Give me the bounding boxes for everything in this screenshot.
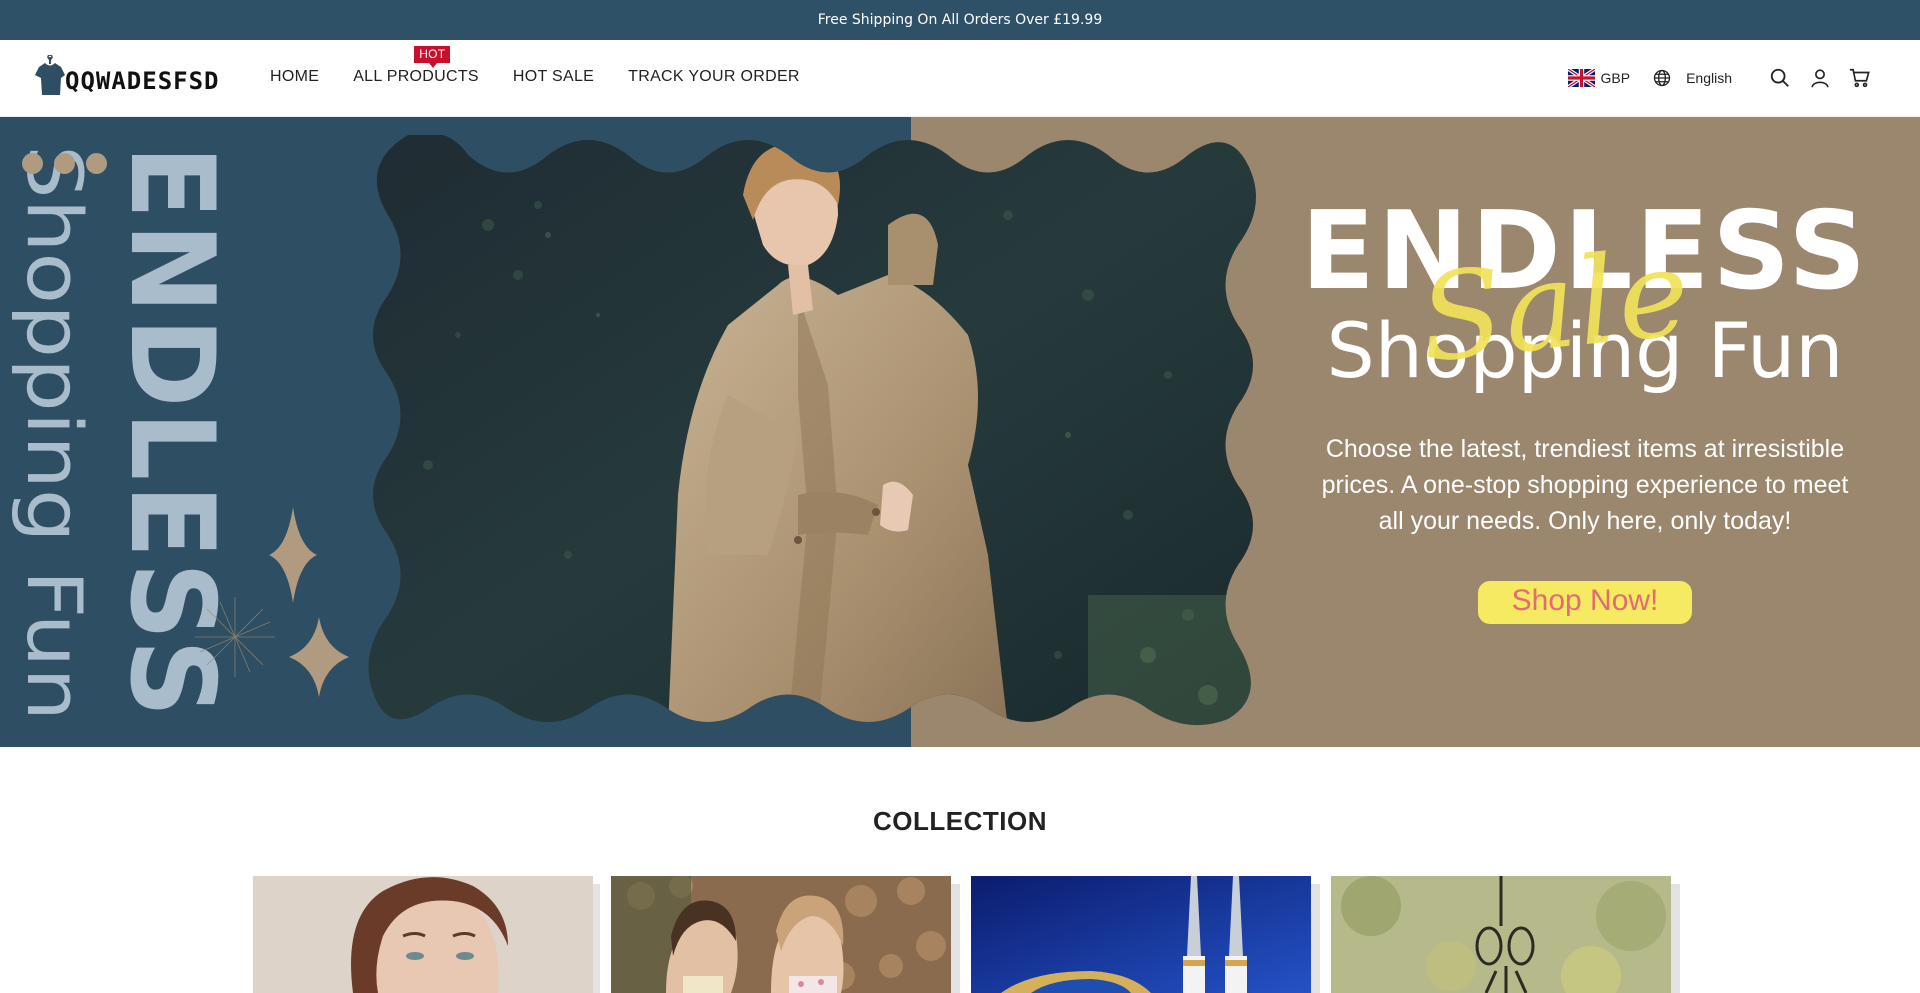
nav-hot-sale[interactable]: HOT SALE	[513, 68, 594, 86]
brand-logo[interactable]: QQWADESFSD	[33, 54, 220, 98]
language-label: English	[1686, 70, 1732, 86]
announcement-bar: Free Shipping On All Orders Over £19.99	[0, 0, 1920, 40]
currency-label: GBP	[1600, 70, 1631, 86]
nav-hot-sale-label: HOT SALE	[512, 68, 595, 85]
uk-flag-icon	[1567, 69, 1595, 87]
sparkle-stars-icon	[195, 507, 349, 697]
collection-card-swimwear[interactable]	[611, 876, 951, 993]
cart-icon[interactable]	[1848, 66, 1872, 90]
collection-image	[971, 876, 1311, 993]
card-shadow	[1670, 884, 1680, 993]
header-actions: GBP English	[1567, 66, 1873, 90]
account-icon[interactable]	[1808, 66, 1832, 90]
nav-all-products-label: ALL PRODUCTS	[353, 68, 479, 85]
collection-title: COLLECTION	[873, 806, 1047, 836]
shop-now-button[interactable]: Shop Now!	[1477, 581, 1693, 624]
hero-banner[interactable]: ENDLESS Shopping Fun ENDLESS Shopping Fu…	[0, 117, 1920, 747]
nav-home-label: HOME	[270, 68, 320, 85]
hot-badge: HOT	[414, 46, 451, 68]
card-shadow	[950, 884, 960, 993]
collection-cards	[253, 876, 1683, 993]
card-shadow	[1310, 884, 1320, 993]
collection-image	[1331, 876, 1671, 993]
svg-text:Shopping Fun: Shopping Fun	[10, 145, 96, 721]
shirt-logo-icon	[35, 55, 65, 95]
hero-text-block: ENDLESS Shopping Fun Sale Choose the lat…	[1300, 197, 1870, 624]
decor-dot	[54, 153, 75, 174]
brand-name: QQWADESFSD	[65, 67, 220, 95]
collection-card-garden[interactable]	[1331, 876, 1671, 993]
collection-image	[253, 876, 593, 993]
site-header: QQWADESFSD HOME HOT ALL PRODUCTS HOT SAL…	[0, 40, 1920, 117]
nav-track-order-label: TRACK YOUR ORDER	[628, 68, 800, 85]
search-icon[interactable]	[1768, 66, 1792, 90]
collection-image	[611, 876, 951, 993]
language-selector[interactable]: English	[1652, 68, 1732, 88]
announcement-text: Free Shipping On All Orders Over £19.99	[817, 12, 1103, 28]
hero-title-endless: ENDLESS	[1300, 189, 1870, 314]
collection-card-woman-portrait[interactable]	[253, 876, 593, 993]
globe-icon	[1653, 69, 1671, 87]
currency-selector[interactable]: GBP	[1567, 69, 1631, 87]
nav-home[interactable]: HOME	[270, 68, 319, 86]
decor-dots	[22, 153, 107, 174]
collection-card-tools[interactable]	[971, 876, 1311, 993]
decor-dot	[86, 153, 107, 174]
decor-dot	[22, 153, 43, 174]
main-nav: HOME HOT ALL PRODUCTS HOT SALE TRACK YOU…	[270, 46, 800, 86]
vertical-shopping-text: Shopping Fun	[10, 145, 96, 721]
hero-description: Choose the latest, trendiest items at ir…	[1321, 435, 1849, 535]
hero-model-photo	[368, 135, 1257, 726]
nav-all-products[interactable]: HOT ALL PRODUCTS	[353, 46, 479, 86]
nav-track-order[interactable]: TRACK YOUR ORDER	[628, 68, 800, 86]
hero-title-shopping-fun: Shopping Fun	[1326, 306, 1844, 395]
